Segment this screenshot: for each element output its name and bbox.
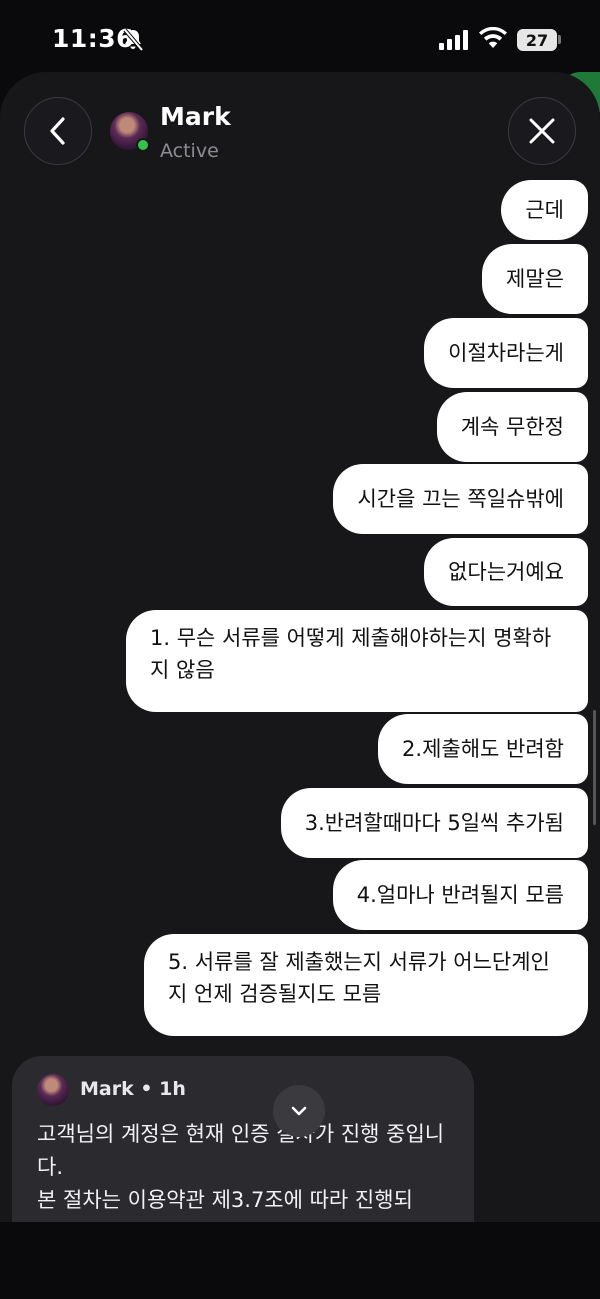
sender-line: Mark • 1h [80, 1078, 186, 1100]
message-text: 1. 무슨 서류를 어떻게 제출해야하는지 명확하지 않음 [150, 626, 552, 682]
outgoing-message[interactable]: 5. 서류를 잘 제출했는지 서류가 어느단계인지 언제 검증될지도 모름 [144, 934, 588, 1036]
back-chevron-icon [50, 117, 65, 145]
outgoing-message[interactable]: 계속 무한정 [436, 392, 588, 462]
message-text: 없다는거예요 [448, 560, 564, 584]
close-button[interactable] [508, 97, 576, 165]
back-button[interactable] [24, 97, 92, 165]
outgoing-message[interactable]: 3.반려할때마다 5일씩 추가됨 [280, 788, 588, 858]
signal-bars-icon [439, 30, 468, 50]
message-text: 근데 [525, 198, 564, 222]
incoming-message[interactable]: Mark • 1h 고객님의 계정은 현재 인증 절차가 진행 중입니다. 본 … [12, 1056, 474, 1222]
status-bar: 11:36 27 [0, 0, 600, 75]
sender-avatar [37, 1074, 69, 1106]
message-text: 계속 무한정 [460, 415, 564, 439]
contact-name[interactable]: Mark [160, 102, 231, 131]
outgoing-message[interactable]: 시간을 끄는 쪽일슈밖에 [333, 464, 588, 534]
message-text: 제말은 [506, 267, 564, 291]
chevron-down-icon [291, 1106, 307, 1116]
outgoing-message[interactable]: 이절차라는게 [424, 318, 588, 388]
outgoing-message[interactable]: 없다는거예요 [424, 538, 588, 606]
scroll-to-bottom-button[interactable] [273, 1085, 325, 1137]
scrollbar[interactable] [593, 710, 596, 825]
bottom-area [0, 1222, 600, 1299]
message-text: 시간을 끄는 쪽일슈밖에 [357, 487, 564, 511]
close-x-icon [529, 118, 555, 144]
contact-avatar[interactable] [110, 112, 150, 152]
battery-icon: 27 [517, 29, 557, 51]
online-indicator [136, 138, 150, 152]
message-thread[interactable]: 근데 제말은 이절차라는게 계속 무한정 시간을 끄는 쪽일슈밖에 없다는거예요… [0, 180, 600, 1222]
chat-header: Mark Active [0, 72, 600, 182]
outgoing-message[interactable]: 2.제출해도 반려함 [378, 714, 588, 784]
chat-sheet: Mark Active 근데 제말은 이절차라는게 계속 무한정 시간을 끄는 … [0, 72, 600, 1222]
battery-tip [558, 35, 561, 44]
contact-status: Active [160, 140, 219, 162]
message-text: 고객님의 계정은 현재 인증 절차가 진행 중입니다. 본 절차는 이용약관 제… [37, 1122, 445, 1212]
outgoing-message[interactable]: 근데 [501, 180, 588, 240]
bell-slash-icon [123, 28, 144, 52]
wifi-icon [479, 27, 507, 48]
message-text: 3.반려할때마다 5일씩 추가됨 [304, 811, 564, 835]
message-text: 5. 서류를 잘 제출했는지 서류가 어느단계인지 언제 검증될지도 모름 [168, 950, 550, 1006]
message-text: 4.얼마나 반려될지 모름 [356, 883, 564, 907]
message-text: 2.제출해도 반려함 [402, 737, 564, 761]
message-text: 이절차라는게 [448, 341, 564, 365]
outgoing-message[interactable]: 4.얼마나 반려될지 모름 [332, 860, 588, 930]
outgoing-message[interactable]: 제말은 [482, 244, 588, 314]
outgoing-message[interactable]: 1. 무슨 서류를 어떻게 제출해야하는지 명확하지 않음 [126, 610, 588, 712]
